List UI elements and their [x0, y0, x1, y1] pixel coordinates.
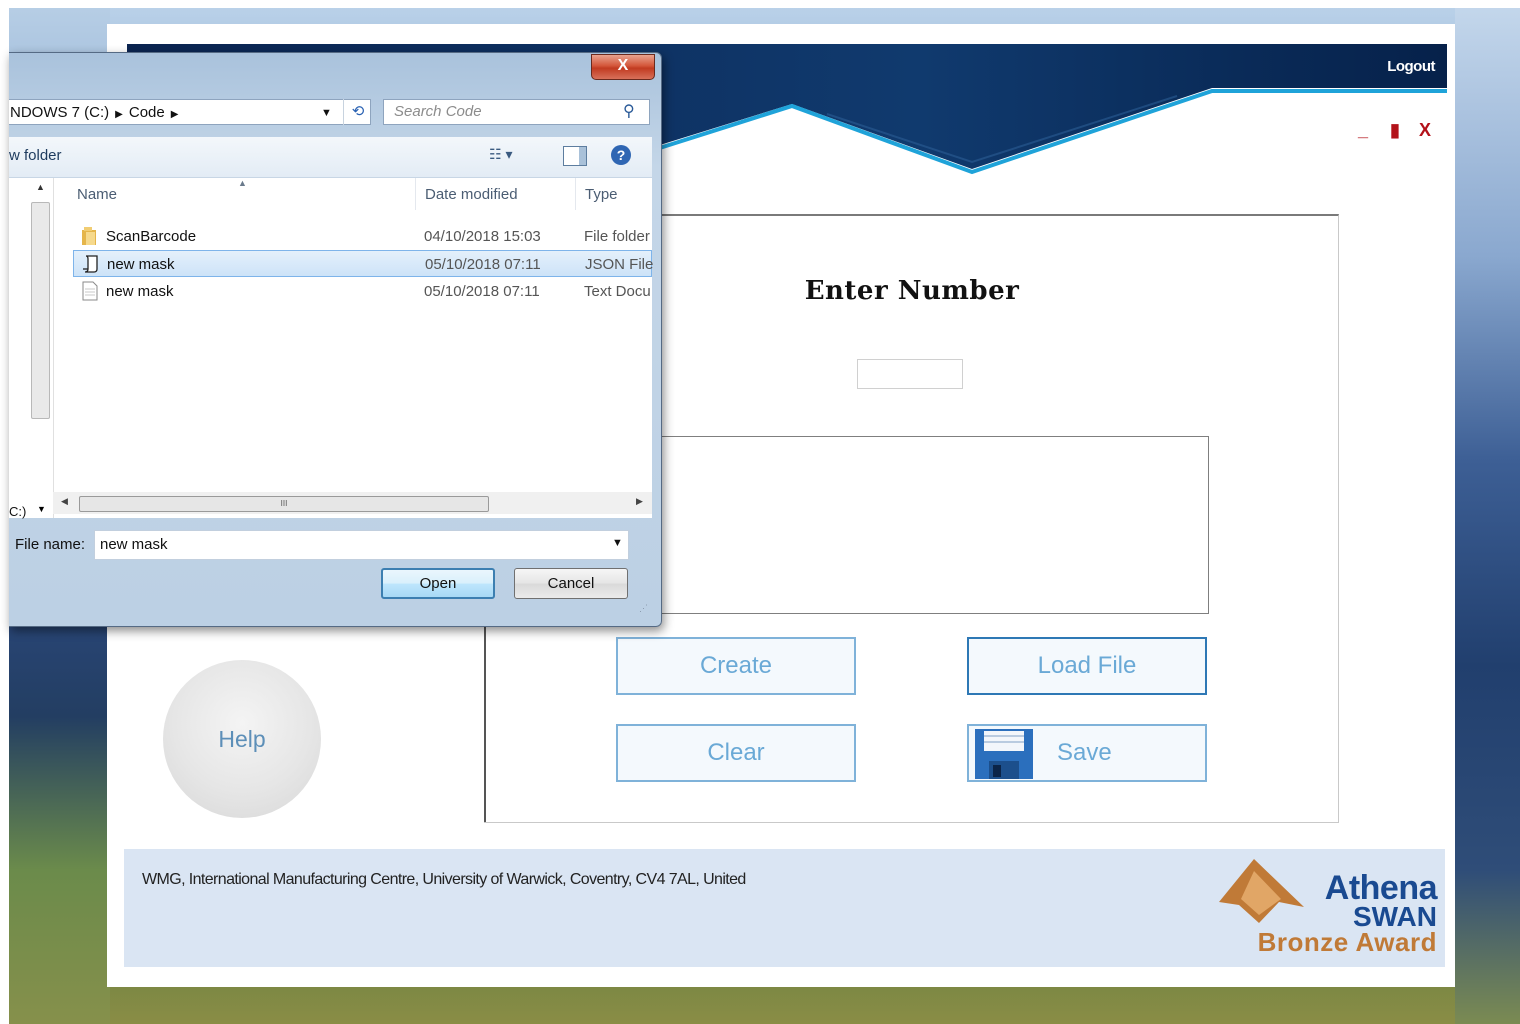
filename-input[interactable]: new mask [94, 530, 629, 560]
file-row[interactable]: ScanBarcode 04/10/2018 15:03 File folder [73, 223, 652, 250]
restore-button[interactable]: ▮ [1390, 120, 1400, 141]
dialog-close-button[interactable]: X [591, 54, 655, 80]
folder-icon [82, 227, 96, 245]
filename-dropdown-icon[interactable]: ▼ [612, 537, 623, 549]
screen-frame-left [0, 0, 9, 1024]
file-view: ▲ C:) ▼ Name ▲ Date modified Type ScanBa… [9, 178, 653, 519]
column-divider[interactable] [415, 178, 416, 210]
file-name: new mask [106, 283, 174, 300]
breadcrumb-arrow-icon[interactable]: ▶ [171, 109, 179, 120]
file-name: ScanBarcode [106, 228, 197, 245]
desktop-background-right [1455, 0, 1520, 1024]
nav-drive-label[interactable]: C:) [9, 504, 26, 519]
file-row-selected[interactable]: new mask 05/10/2018 07:11 JSON File [73, 250, 653, 277]
save-button[interactable]: Save [967, 724, 1207, 782]
open-file-dialog: X NDOWS 7 (C:) ▶ Code ▶ ▼ ⟲ Search Code ⚲ w… [9, 52, 662, 627]
logout-button[interactable]: Logout [1387, 58, 1435, 75]
help-icon[interactable]: ? [611, 145, 631, 165]
output-textbox[interactable] [657, 436, 1209, 614]
new-folder-button[interactable]: w folder [9, 147, 62, 164]
search-input[interactable]: Search Code [383, 99, 650, 125]
athena-swan-emblem-icon [1219, 859, 1304, 923]
scroll-left-icon[interactable]: ◀ [61, 496, 68, 507]
nav-scrollbar[interactable] [31, 202, 50, 419]
address-bar[interactable]: NDOWS 7 (C:) ▶ Code ▶ ▼ [9, 99, 371, 125]
file-type: Text Docu [584, 283, 651, 300]
logo-bronze-award-text: Bronze Award [1257, 927, 1437, 957]
json-file-icon [83, 255, 98, 273]
change-view-icon[interactable]: ☷ ▾ [489, 146, 512, 163]
filename-label: File name: [15, 536, 86, 553]
scroll-right-icon[interactable]: ▶ [636, 496, 643, 507]
file-name: new mask [107, 256, 175, 273]
file-type: JSON File [585, 256, 653, 273]
number-input[interactable] [857, 359, 963, 389]
horizontal-scroll-thumb[interactable]: III [79, 496, 489, 512]
athena-swan-logo: Athena SWAN Bronze Award [1217, 857, 1438, 957]
enter-number-title: Enter Number [804, 276, 1020, 306]
column-divider[interactable] [575, 178, 576, 210]
column-name[interactable]: Name [77, 186, 117, 203]
floppy-disk-icon [975, 729, 1033, 779]
horizontal-scrollbar[interactable]: ◀ III ▶ [53, 492, 652, 514]
save-button-label: Save [1057, 739, 1112, 766]
help-button[interactable]: Help [163, 660, 321, 818]
preview-pane-icon[interactable] [563, 146, 587, 166]
resize-grip-icon[interactable]: ⋰ [639, 603, 648, 614]
panel-divider [484, 624, 486, 822]
file-date: 05/10/2018 07:11 [425, 256, 541, 273]
sort-ascending-icon: ▲ [238, 178, 247, 188]
nav-scroll-down-icon[interactable]: ▼ [37, 504, 46, 514]
file-row[interactable]: new mask 05/10/2018 07:11 Text Docu [73, 278, 652, 305]
clear-button[interactable]: Clear [616, 724, 856, 782]
column-type[interactable]: Type [585, 186, 618, 203]
load-file-button[interactable]: Load File [967, 637, 1207, 695]
nav-scroll-up-icon[interactable]: ▲ [36, 182, 45, 192]
close-app-button[interactable]: X [1419, 120, 1431, 141]
dialog-toolbar: w folder ☷ ▾ ? [9, 137, 652, 178]
footer-address: WMG, International Manufacturing Centre,… [142, 871, 746, 888]
create-button[interactable]: Create [616, 637, 856, 695]
file-date: 05/10/2018 07:11 [424, 283, 540, 300]
search-icon[interactable]: ⚲ [623, 101, 635, 121]
footer: WMG, International Manufacturing Centre,… [124, 849, 1445, 967]
refresh-icon[interactable]: ⟲ [343, 99, 372, 125]
text-file-icon [82, 281, 98, 301]
cancel-button[interactable]: Cancel [514, 568, 628, 599]
navigation-pane: ▲ C:) ▼ [9, 178, 54, 519]
screen-frame-top [0, 0, 1520, 8]
minimize-button[interactable]: _ [1358, 120, 1368, 141]
file-date: 04/10/2018 15:03 [424, 228, 541, 245]
breadcrumb-folder[interactable]: Code [129, 104, 165, 121]
open-button[interactable]: Open [381, 568, 495, 599]
file-type: File folder [584, 228, 650, 245]
breadcrumb-drive[interactable]: NDOWS 7 (C:) [10, 104, 109, 121]
breadcrumb-arrow-icon[interactable]: ▶ [115, 109, 123, 120]
column-date-modified[interactable]: Date modified [425, 186, 518, 203]
address-dropdown-icon[interactable]: ▼ [321, 100, 332, 124]
